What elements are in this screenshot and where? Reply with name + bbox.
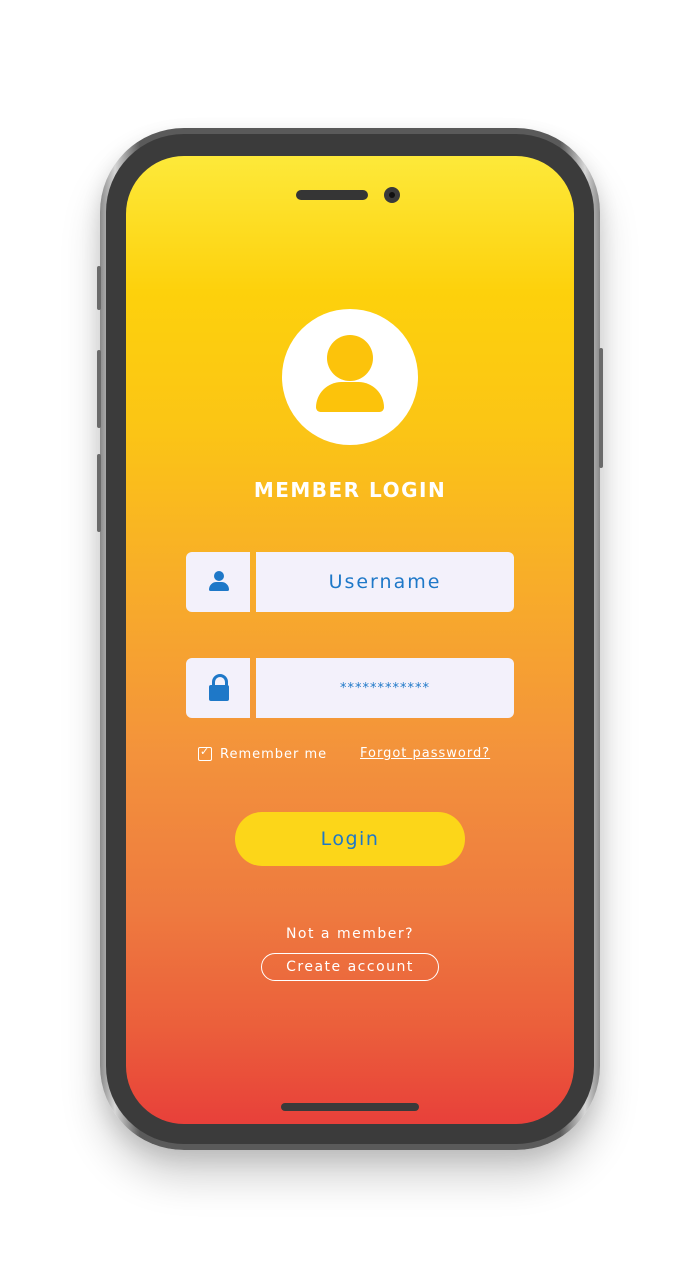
password-input[interactable] xyxy=(256,658,514,718)
volume-down-button xyxy=(97,454,101,532)
not-member-text: Not a member? xyxy=(285,926,415,942)
login-screen: MEMBER LOGIN ✓ Remembe xyxy=(126,156,574,1124)
remember-label: Remember me xyxy=(220,746,328,762)
forgot-password-link[interactable]: Forgot password? xyxy=(360,746,490,761)
username-icon-box xyxy=(186,552,250,612)
power-button xyxy=(599,348,603,468)
page-title: MEMBER LOGIN xyxy=(253,478,447,502)
user-avatar-icon xyxy=(282,309,418,445)
remember-checkbox[interactable]: ✓ xyxy=(198,745,212,761)
username-field xyxy=(186,552,514,612)
create-account-button[interactable]: Create account xyxy=(261,953,439,981)
front-camera xyxy=(384,187,400,203)
password-field xyxy=(186,658,514,718)
user-icon xyxy=(208,571,230,593)
check-icon: ✓ xyxy=(200,745,210,758)
avatar-head xyxy=(327,335,373,381)
home-indicator xyxy=(281,1103,419,1111)
login-button[interactable]: Login xyxy=(235,812,465,866)
username-input[interactable] xyxy=(256,552,514,612)
lock-icon xyxy=(208,674,230,702)
password-icon-box xyxy=(186,658,250,718)
speaker-grille xyxy=(296,190,368,200)
mute-switch xyxy=(97,266,101,310)
stage: MEMBER LOGIN ✓ Remembe xyxy=(0,0,682,1280)
avatar-body xyxy=(316,382,384,412)
volume-up-button xyxy=(97,350,101,428)
remember-me[interactable]: ✓ Remember me xyxy=(198,745,328,762)
